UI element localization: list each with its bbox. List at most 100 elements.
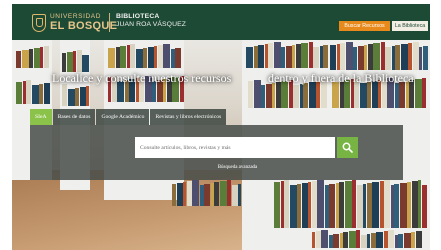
book-spine (82, 55, 89, 72)
book-spine (414, 79, 422, 108)
book-spine (273, 42, 281, 68)
book-spine (130, 44, 135, 68)
search-tabs: SIeA Bases de datos Google Académico Rev… (30, 109, 227, 125)
book-spine (324, 185, 329, 228)
book-spine (79, 87, 86, 106)
book-spine (333, 234, 339, 248)
book-spine (366, 183, 372, 228)
book-spine (370, 233, 376, 248)
book-spine (135, 49, 143, 68)
book-spine (403, 233, 411, 248)
page-frame: UNIVERSIDAD EL BOSQUE BIBLIOTECA JUAN RO… (12, 4, 430, 250)
book-spine (329, 184, 335, 228)
book-spine (214, 182, 219, 206)
book-spine (359, 83, 367, 108)
book-spine (395, 45, 400, 70)
book-spine (367, 44, 373, 70)
book-spine (340, 43, 345, 70)
tab-google-academico[interactable]: Google Académico (96, 109, 150, 125)
hero-banner: Localice y consulte nuestros recursos de… (12, 40, 430, 250)
book-spine (360, 235, 367, 248)
book-spine (285, 46, 292, 68)
book-spine (143, 48, 147, 68)
book-spine (330, 45, 336, 70)
book-spine (43, 83, 50, 104)
the-library-button[interactable]: La Biblioteca (392, 21, 428, 31)
book-spine (394, 184, 399, 228)
book-spine (313, 47, 319, 68)
book-spine (62, 53, 66, 72)
book-spine (311, 181, 317, 228)
book-spine (297, 184, 301, 228)
book-spine (39, 84, 43, 104)
book-spine (380, 42, 385, 70)
book-spine (301, 183, 308, 228)
logo-big-text: EL BOSQUE (50, 19, 118, 32)
book-spine (66, 52, 73, 72)
book-spine (407, 182, 411, 228)
book-spine (248, 81, 253, 108)
university-seal-icon (32, 14, 46, 32)
book-spine (261, 85, 265, 108)
book-spine (29, 49, 33, 68)
book-spine (408, 43, 412, 70)
book-spine (62, 84, 67, 106)
book-spine (412, 42, 419, 70)
book-spine (21, 50, 29, 68)
book-row (274, 180, 427, 228)
book-spine (108, 48, 115, 68)
book-spine (321, 230, 328, 248)
book-row (16, 46, 49, 68)
book-spine (284, 180, 289, 228)
book-spine (301, 43, 308, 68)
book-row (62, 84, 89, 106)
book-spine (268, 43, 273, 68)
book-spine (186, 181, 192, 206)
book-spine (303, 83, 308, 108)
book-spine (357, 46, 364, 70)
book-spine (399, 183, 407, 228)
tab-revistas-libros[interactable]: Revistas y libros electrónicos (150, 109, 227, 125)
book-spine (289, 185, 297, 228)
book-spine (384, 180, 390, 228)
book-spine (170, 49, 175, 68)
library-title: BIBLIOTECA (116, 13, 160, 20)
book-row (62, 50, 89, 72)
book-spine (422, 46, 428, 70)
book-spine (33, 48, 40, 68)
book-spine (253, 46, 258, 68)
search-button[interactable] (337, 137, 358, 158)
book-spine (67, 89, 75, 106)
book-spine (295, 44, 301, 68)
book-spine (308, 42, 313, 68)
search-resources-button[interactable]: Buscar Recursos (339, 21, 390, 31)
book-spine (176, 183, 183, 206)
book-spine (317, 180, 324, 228)
book-spine (76, 50, 82, 72)
book-spine (323, 45, 328, 68)
advanced-search-link[interactable]: Búsqueda avanzada (30, 165, 403, 170)
tab-bases-de-datos[interactable]: Bases de datos (52, 109, 96, 125)
library-name[interactable]: BIBLIOTECA JUAN ROA VÁSQUEZ (116, 13, 186, 29)
book-spine (281, 47, 285, 68)
book-spine (345, 42, 353, 70)
book-row (330, 42, 428, 70)
book-spine (348, 231, 356, 248)
book-spine (163, 44, 170, 68)
book-spine (376, 232, 383, 248)
book-spine (373, 43, 380, 70)
book-spine (219, 181, 227, 206)
site-header: UNIVERSIDAD EL BOSQUE BIBLIOTECA JUAN RO… (12, 4, 430, 40)
tab-siea[interactable]: SIeA (30, 109, 52, 125)
book-spine (379, 181, 384, 228)
book-spine (43, 46, 49, 68)
book-spine (344, 181, 352, 228)
book-spine (356, 185, 363, 228)
book-spine (411, 232, 415, 248)
book-spine (398, 234, 403, 248)
search-input[interactable]: Consulte artículos, libros, revistas y m… (135, 137, 335, 158)
book-spine (246, 47, 253, 68)
book-spine (422, 78, 426, 108)
university-logo[interactable]: UNIVERSIDAD EL BOSQUE (32, 11, 117, 35)
book-spine (388, 230, 394, 248)
